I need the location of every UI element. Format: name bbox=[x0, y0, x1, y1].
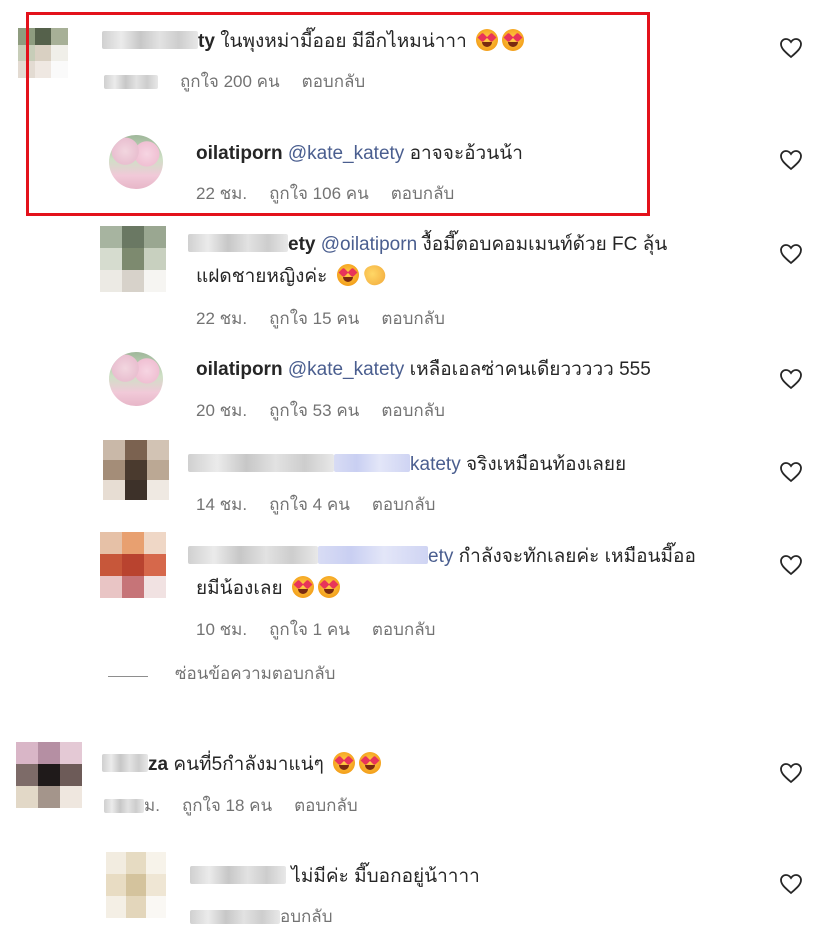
username[interactable]: oilatiporn bbox=[196, 359, 283, 380]
comment-line: ety @oilatiporn งื้อมี๊ตอบคอมเมนท์ด้วย F… bbox=[188, 232, 667, 258]
heart-icon[interactable] bbox=[779, 873, 803, 895]
reply-button[interactable]: ตอบกลับ bbox=[381, 401, 445, 420]
comment-meta: 20 ชม. ถูกใจ 53 คน ตอบกลับ bbox=[196, 400, 467, 422]
avatar[interactable] bbox=[100, 532, 166, 598]
comment-meta: 22 ชม. ถูกใจ 106 คน ตอบกลับ bbox=[196, 183, 476, 205]
comment-text: ไม่มีค่ะ มี๊บอกอยู่น้าาาา bbox=[291, 866, 480, 887]
heart-icon[interactable] bbox=[779, 762, 803, 784]
heart-eyes-emoji-icon bbox=[317, 576, 340, 598]
comment-line-2: แฝดชายหญิงค่ะ bbox=[196, 262, 388, 290]
hide-replies-line bbox=[108, 676, 148, 677]
heart-eyes-emoji-icon bbox=[333, 752, 356, 774]
comment-text: แฝดชายหญิงค่ะ bbox=[196, 266, 328, 287]
comment-text: กำลังจะทักเลยค่ะ เหมือนมี๊ออ bbox=[458, 546, 696, 567]
avatar[interactable] bbox=[106, 852, 166, 918]
likes-count[interactable]: ถูกใจ 53 คน bbox=[269, 401, 359, 420]
heart-icon[interactable] bbox=[779, 149, 803, 171]
comment-text: ยมีน้องเลย bbox=[196, 578, 283, 599]
timestamp: 20 ชม. bbox=[196, 401, 248, 420]
blurred-mention bbox=[334, 454, 410, 472]
comment-meta: อบกลับ bbox=[190, 906, 355, 928]
comment-meta: 14 ชม. ถูกใจ 4 คน ตอบกลับ bbox=[196, 494, 457, 516]
heart-eyes-emoji-icon bbox=[336, 264, 359, 286]
comment-line: oilatiporn @kate_katety อาจจะอ้วนน้า bbox=[196, 141, 523, 167]
likes-count[interactable]: ถูกใจ 4 คน bbox=[269, 495, 350, 514]
blurred-username bbox=[188, 234, 288, 252]
comment-line: za คนที่5กำลังมาแน่ๆ bbox=[102, 752, 382, 778]
comment-meta: 10 ชม. ถูกใจ 1 คน ตอบกลับ bbox=[196, 619, 457, 641]
likes-count[interactable]: ถูกใจ 15 คน bbox=[269, 309, 359, 328]
heart-eyes-emoji-icon bbox=[476, 29, 499, 51]
comment-line: ไม่มีค่ะ มี๊บอกอยู่น้าาาา bbox=[190, 864, 480, 890]
avatar[interactable] bbox=[109, 135, 163, 189]
reply-button[interactable]: ตอบกลับ bbox=[372, 620, 436, 639]
comment-meta: 22 ชม. ถูกใจ 15 คน ตอบกลับ bbox=[196, 308, 467, 330]
comment-meta: ม. ถูกใจ 18 คน ตอบกลับ bbox=[104, 795, 380, 817]
heart-icon[interactable] bbox=[779, 37, 803, 59]
mention-link[interactable]: @oilatiporn bbox=[321, 234, 417, 255]
heart-eyes-emoji-icon bbox=[359, 752, 382, 774]
comment-line: katety จริงเหมือนท้องเลยย bbox=[188, 452, 626, 478]
username[interactable]: oilatiporn bbox=[196, 143, 283, 164]
avatar[interactable] bbox=[109, 352, 163, 406]
comment-meta: ถูกใจ 200 คน ตอบกลับ bbox=[104, 71, 387, 93]
blurred-time bbox=[104, 75, 158, 89]
comment-text: อาจจะอ้วนน้า bbox=[409, 143, 523, 164]
likes-count[interactable]: ถูกใจ 18 คน bbox=[182, 796, 272, 815]
blurred-username bbox=[188, 454, 334, 472]
timestamp: 14 ชม. bbox=[196, 495, 248, 514]
clapping-hands-emoji-icon bbox=[361, 262, 388, 288]
comment-line: ety กำลังจะทักเลยค่ะ เหมือนมี๊ออ bbox=[188, 544, 696, 570]
heart-eyes-emoji-icon bbox=[291, 576, 314, 598]
likes-count[interactable]: ถูกใจ 106 คน bbox=[269, 184, 369, 203]
heart-icon[interactable] bbox=[779, 554, 803, 576]
reply-button[interactable]: ตอบกลับ bbox=[372, 495, 436, 514]
blurred-username bbox=[188, 546, 318, 564]
blurred-username bbox=[102, 31, 198, 49]
reply-button[interactable]: ตอบกลับ bbox=[381, 309, 445, 328]
comment-text: ในพุงหม่ามี๊ออย มีอีกไหมน่าาา bbox=[220, 31, 467, 52]
avatar[interactable] bbox=[18, 28, 68, 78]
heart-icon[interactable] bbox=[779, 243, 803, 265]
blurred-username bbox=[190, 866, 286, 884]
blurred-time bbox=[104, 799, 144, 813]
mention-link[interactable]: katety bbox=[410, 454, 461, 475]
mention-link[interactable]: @kate_katety bbox=[288, 143, 404, 164]
mention-link[interactable]: @kate_katety bbox=[288, 359, 404, 380]
username[interactable]: ety bbox=[288, 234, 315, 255]
reply-button[interactable]: ตอบกลับ bbox=[294, 796, 358, 815]
heart-icon[interactable] bbox=[779, 368, 803, 390]
avatar[interactable] bbox=[100, 226, 166, 292]
avatar[interactable] bbox=[16, 742, 82, 808]
comment-line-2: ยมีน้องเลย bbox=[196, 576, 340, 602]
comment-text: งื้อมี๊ตอบคอมเมนท์ด้วย FC ลุ้น bbox=[422, 234, 668, 255]
comment-text: เหลือเอลซ่าคนเดียววววว 555 bbox=[409, 359, 651, 380]
comment-line: ty ในพุงหม่ามี๊ออย มีอีกไหมน่าาา bbox=[102, 29, 525, 55]
mention-link[interactable]: ety bbox=[428, 546, 453, 567]
timestamp: 22 ชม. bbox=[196, 309, 248, 328]
reply-button[interactable]: อบกลับ bbox=[280, 907, 333, 926]
blurred-mention bbox=[318, 546, 428, 564]
likes-count[interactable]: ถูกใจ 200 คน bbox=[180, 72, 280, 91]
comment-text: คนที่5กำลังมาแน่ๆ bbox=[173, 754, 324, 775]
blurred-meta bbox=[190, 910, 280, 924]
likes-count[interactable]: ถูกใจ 1 คน bbox=[269, 620, 350, 639]
reply-button[interactable]: ตอบกลับ bbox=[391, 184, 455, 203]
hide-replies-button[interactable]: ซ่อนข้อความตอบกลับ bbox=[175, 660, 335, 687]
timestamp: ม. bbox=[144, 796, 160, 815]
reply-button[interactable]: ตอบกลับ bbox=[302, 72, 366, 91]
username[interactable]: ty bbox=[198, 31, 215, 52]
timestamp: 10 ชม. bbox=[196, 620, 248, 639]
avatar[interactable] bbox=[103, 440, 169, 500]
timestamp: 22 ชม. bbox=[196, 184, 248, 203]
blurred-username bbox=[102, 754, 148, 772]
comment-text: จริงเหมือนท้องเลยย bbox=[465, 454, 627, 475]
heart-eyes-emoji-icon bbox=[502, 29, 525, 51]
username[interactable]: za bbox=[148, 754, 168, 775]
heart-icon[interactable] bbox=[779, 461, 803, 483]
comment-line: oilatiporn @kate_katety เหลือเอลซ่าคนเดี… bbox=[196, 357, 651, 383]
